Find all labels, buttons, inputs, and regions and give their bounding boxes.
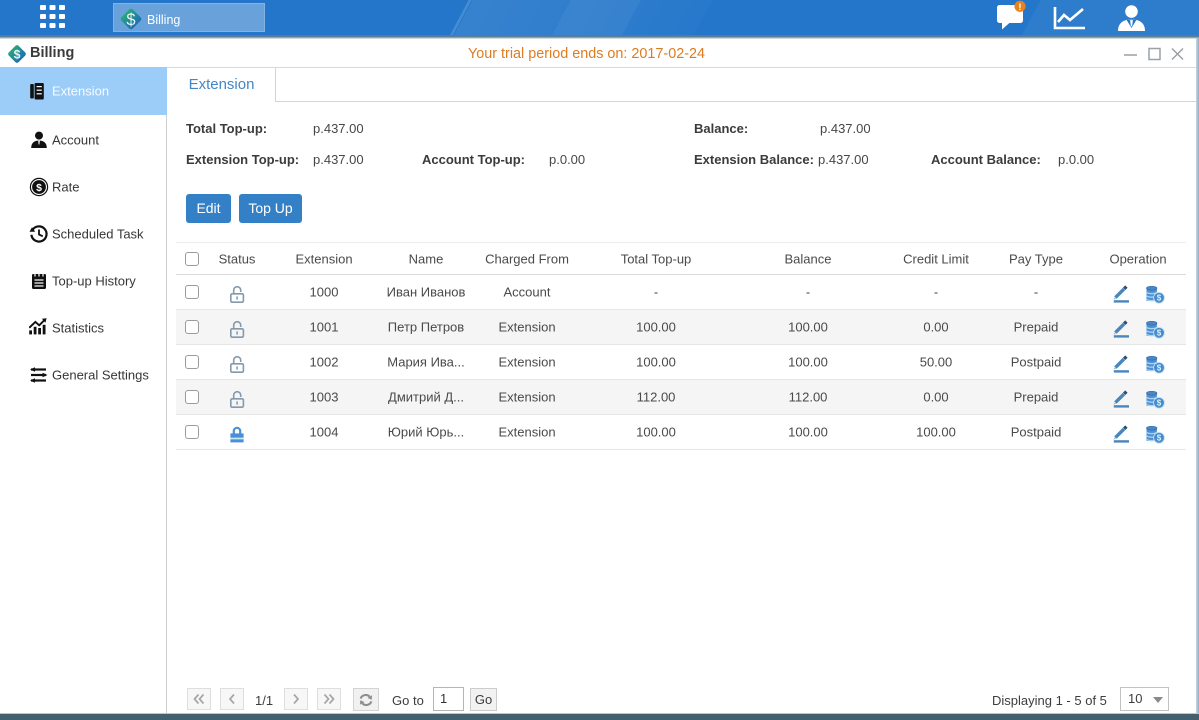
- svg-text:$: $: [36, 181, 42, 193]
- svg-text:!: !: [1018, 2, 1021, 13]
- svg-text:$: $: [126, 11, 135, 29]
